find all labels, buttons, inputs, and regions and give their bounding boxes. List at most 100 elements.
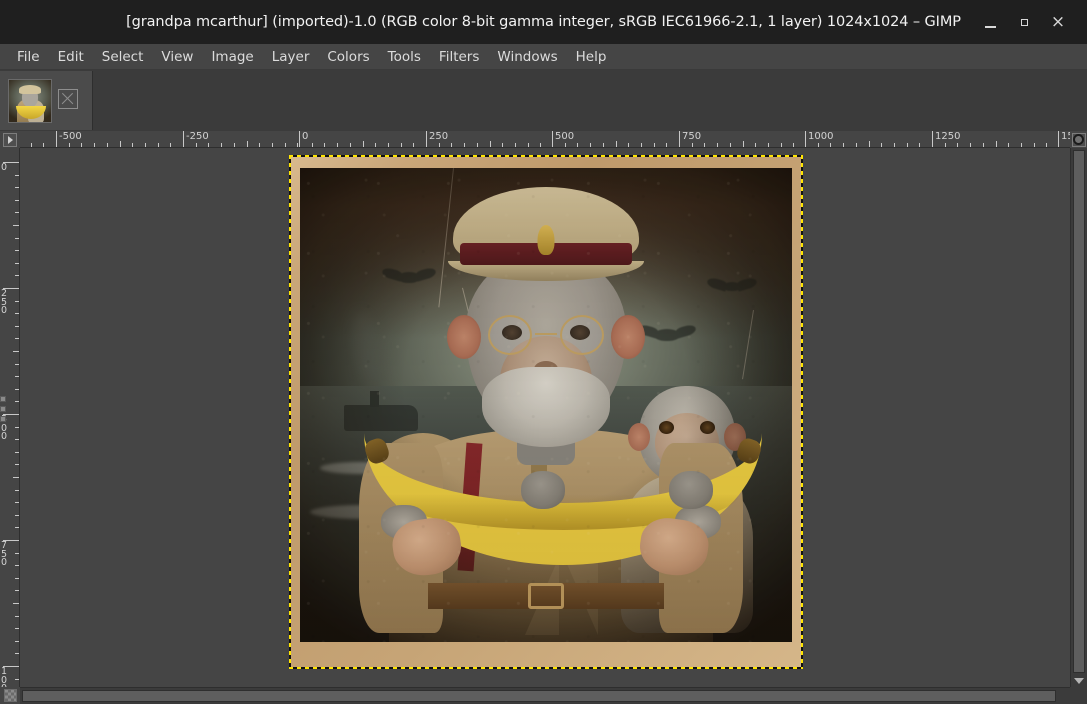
ruler-label: 1000 xyxy=(1,666,8,687)
ruler-tick xyxy=(1020,143,1022,147)
ruler-tick xyxy=(157,143,159,147)
ruler-tick xyxy=(1046,143,1048,147)
ruler-tick xyxy=(957,143,959,147)
menu-image[interactable]: Image xyxy=(202,46,262,68)
thumbnail-artwork xyxy=(9,79,51,122)
ruler-tick xyxy=(15,678,19,680)
ruler-tick xyxy=(13,351,19,352)
baby-paw-left xyxy=(521,471,566,510)
guide-handle[interactable] xyxy=(0,406,6,412)
ruler-tick xyxy=(271,143,273,147)
horizontal-scrollbar-thumb[interactable] xyxy=(22,690,1056,702)
vertical-scrollbar[interactable] xyxy=(1070,148,1087,687)
cap-badge-icon xyxy=(537,224,555,255)
quick-mask-icon[interactable] xyxy=(3,689,17,702)
guide-handle[interactable] xyxy=(0,396,6,402)
ruler-tick xyxy=(15,464,19,466)
horizontal-scrollbar[interactable] xyxy=(20,687,1070,704)
vertical-scrollbar-thumb[interactable] xyxy=(1073,150,1085,673)
ruler-tick xyxy=(15,401,19,403)
ruler-tick xyxy=(15,590,19,592)
ruler-tick xyxy=(132,143,134,147)
menu-select[interactable]: Select xyxy=(93,46,153,68)
menu-windows[interactable]: Windows xyxy=(488,46,566,68)
menu-help[interactable]: Help xyxy=(567,46,616,68)
guide-handle[interactable] xyxy=(0,416,6,422)
vertical-ruler[interactable]: 02505007501000 xyxy=(0,148,20,687)
image-canvas[interactable] xyxy=(20,148,1070,687)
ruler-tick xyxy=(15,275,19,277)
ruler-tick xyxy=(464,143,466,147)
ruler-origin-corner xyxy=(0,131,20,148)
menu-filters[interactable]: Filters xyxy=(430,46,488,68)
horizontal-ruler[interactable]: -500 -250 0 250 500 750 1000 1250 1500 xyxy=(20,131,1070,148)
ruler-tick xyxy=(15,514,19,516)
ruler-tick xyxy=(259,143,261,147)
ruler-tick xyxy=(400,143,402,147)
ruler-tick xyxy=(170,143,172,147)
ruler-label: 1250 xyxy=(935,131,961,142)
ruler-tick xyxy=(855,143,857,147)
ruler-tick xyxy=(780,143,782,147)
ruler-tick xyxy=(94,143,96,147)
title-bar: [grandpa mcarthur] (imported)-1.0 (RGB c… xyxy=(0,0,1087,44)
maximize-button[interactable] xyxy=(1007,7,1041,37)
ruler-tick xyxy=(15,199,19,201)
window-title: [grandpa mcarthur] (imported)-1.0 (RGB c… xyxy=(126,14,961,30)
ruler-tick xyxy=(438,143,440,147)
ruler-tick xyxy=(729,143,731,147)
menu-edit[interactable]: Edit xyxy=(49,46,93,68)
close-button[interactable]: × xyxy=(1041,7,1075,37)
menu-arrow-icon[interactable] xyxy=(3,132,17,147)
ruler-tick xyxy=(13,225,19,226)
ruler-label: 750 xyxy=(682,131,702,142)
ruler-tick xyxy=(704,143,706,147)
ruler-tick xyxy=(15,628,19,630)
ruler-label: 0 xyxy=(1,162,8,173)
menu-view[interactable]: View xyxy=(152,46,202,68)
window-controls: × xyxy=(973,0,1087,44)
ruler-tick xyxy=(195,143,197,147)
ruler-tick xyxy=(893,143,895,147)
minimize-button[interactable] xyxy=(973,7,1007,37)
ruler-tick xyxy=(577,143,579,147)
ruler-tick xyxy=(15,338,19,340)
ruler-tick xyxy=(793,143,795,147)
ruler-tick xyxy=(881,143,883,147)
ruler-tick xyxy=(817,143,819,147)
ruler-tick xyxy=(15,300,19,302)
ruler-tick xyxy=(755,143,757,147)
ruler-tick xyxy=(15,325,19,327)
ruler-tick xyxy=(767,143,769,147)
image-layer[interactable] xyxy=(289,155,803,669)
ruler-label: 0 xyxy=(302,131,309,142)
scrollbar-corner xyxy=(1070,687,1087,704)
scroll-down-arrow-icon[interactable] xyxy=(1071,674,1087,687)
menu-layer[interactable]: Layer xyxy=(263,46,319,68)
ruler-tick xyxy=(628,143,630,147)
menu-tools[interactable]: Tools xyxy=(379,46,430,68)
ruler-tick xyxy=(868,141,870,147)
image-thumbnail[interactable] xyxy=(8,78,52,123)
zoom-image-icon[interactable] xyxy=(1071,132,1086,147)
ruler-tick xyxy=(13,603,19,604)
tab-grandpa-mcarthur[interactable] xyxy=(0,71,93,130)
ruler-tick xyxy=(68,143,70,147)
menu-file[interactable]: File xyxy=(8,46,49,68)
ruler-tick xyxy=(666,143,668,147)
ruler-tick xyxy=(15,489,19,491)
ruler-tick xyxy=(15,250,19,252)
close-image-icon[interactable] xyxy=(58,89,78,109)
ruler-tick xyxy=(208,143,210,147)
ruler-tick xyxy=(742,141,744,147)
ruler-tick xyxy=(502,143,504,147)
ruler-tick xyxy=(119,141,121,147)
ruler-tick xyxy=(995,141,997,147)
photo-artwork xyxy=(290,156,802,668)
ruler-tick xyxy=(337,143,339,147)
ruler-tick xyxy=(221,143,223,147)
menu-colors[interactable]: Colors xyxy=(318,46,378,68)
ruler-tick xyxy=(30,143,32,147)
ruler-tick xyxy=(15,577,19,579)
ruler-tick xyxy=(602,143,604,147)
